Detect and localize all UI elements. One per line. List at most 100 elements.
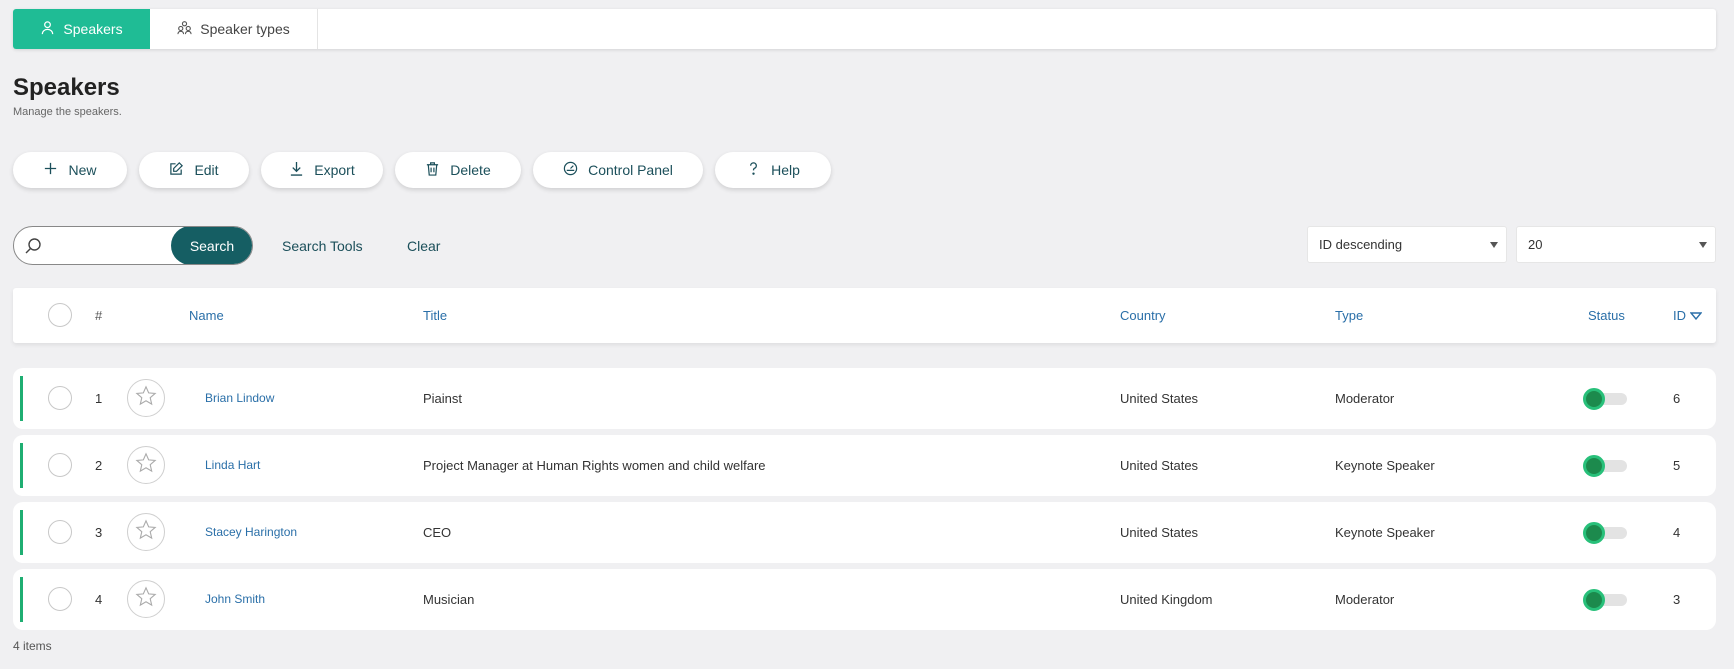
header-name[interactable]: Name [189,308,224,323]
types-icon [177,20,192,38]
search-tools-button[interactable]: Search Tools [282,238,363,254]
caret-down-icon [1699,242,1707,248]
tab-bar: Speakers Speaker types [13,9,1716,49]
new-button[interactable]: New [13,152,127,188]
row-title: Piainst [423,391,463,406]
search-icon [24,237,42,255]
header-type[interactable]: Type [1335,308,1363,323]
export-button[interactable]: Export [261,152,383,188]
page-size-select[interactable]: 20 [1516,226,1716,263]
page-title: Speakers [13,74,120,101]
clear-button[interactable]: Clear [407,238,440,254]
row-index: 3 [95,525,103,540]
control-panel-button[interactable]: Control Panel [533,152,703,188]
row-index: 2 [95,458,103,473]
header-id-label: ID [1673,308,1686,323]
row-country: United States [1120,391,1199,406]
question-icon [746,161,761,179]
star-icon [135,384,157,412]
row-name-link[interactable]: John Smith [205,592,265,606]
row-accent [20,376,23,421]
row-type: Moderator [1335,391,1395,406]
header-status[interactable]: Status [1588,308,1625,323]
tab-speaker-types-label: Speaker types [200,21,290,37]
sort-select[interactable]: ID descending [1307,226,1507,263]
download-icon [289,161,304,179]
row-title: Musician [423,592,475,607]
row-country: United States [1120,458,1199,473]
row-country: United States [1120,525,1199,540]
page-subtitle: Manage the speakers. [13,106,122,118]
page-size-select-value: 20 [1528,237,1543,252]
header-country[interactable]: Country [1120,308,1166,323]
status-toggle[interactable] [1583,388,1627,410]
app: Speakers Speaker types Speakers Manage t… [0,0,1734,669]
row-id: 3 [1673,592,1681,607]
table-row[interactable]: 4 John Smith Musician United Kingdom Mod… [13,569,1716,630]
row-name-link[interactable]: Linda Hart [205,458,260,472]
edit-icon [169,161,184,179]
row-type: Keynote Speaker [1335,458,1435,473]
header-id[interactable]: ID [1673,308,1703,323]
trash-icon [425,161,440,179]
row-accent [20,577,23,622]
row-title: Project Manager at Human Rights women an… [423,458,766,473]
row-checkbox[interactable] [48,520,72,544]
row-index: 4 [95,592,103,607]
table-header: # Name Title Country Type Status ID [13,288,1716,343]
table-row[interactable]: 1 Brian Lindow Piainst United States Mod… [13,368,1716,429]
status-toggle[interactable] [1583,455,1627,477]
table-row[interactable]: 3 Stacey Harington CEO United States Key… [13,502,1716,563]
edit-button[interactable]: Edit [139,152,249,188]
star-icon [135,451,157,479]
status-toggle[interactable] [1583,589,1627,611]
edit-button-label: Edit [194,162,219,178]
item-count: 4 items [13,639,52,653]
header-index: # [95,308,103,323]
row-checkbox[interactable] [48,386,72,410]
row-checkbox[interactable] [48,453,72,477]
new-button-label: New [68,162,97,178]
header-title[interactable]: Title [423,308,447,323]
status-toggle[interactable] [1583,522,1627,544]
row-id: 5 [1673,458,1681,473]
row-name-link[interactable]: Brian Lindow [205,391,274,405]
tab-speaker-types[interactable]: Speaker types [150,9,318,49]
row-accent [20,510,23,555]
row-index: 1 [95,391,103,406]
gauge-icon [563,161,578,179]
delete-button-label: Delete [450,162,491,178]
row-type: Moderator [1335,592,1395,607]
toolbar: New Edit Export Delete Control Panel Hel… [13,152,831,188]
control-panel-button-label: Control Panel [588,162,673,178]
favorite-button[interactable] [127,379,165,417]
help-button-label: Help [771,162,800,178]
row-checkbox[interactable] [48,587,72,611]
row-type: Keynote Speaker [1335,525,1435,540]
caret-down-icon [1490,242,1498,248]
row-country: United Kingdom [1120,592,1213,607]
row-title: CEO [423,525,452,540]
star-icon [135,585,157,613]
search-button[interactable]: Search [171,227,252,264]
delete-button[interactable]: Delete [395,152,521,188]
export-button-label: Export [314,162,355,178]
row-id: 4 [1673,525,1681,540]
user-icon [40,20,55,38]
favorite-button[interactable] [127,513,165,551]
select-all-checkbox[interactable] [48,303,72,327]
table-row[interactable]: 2 Linda Hart Project Manager at Human Ri… [13,435,1716,496]
sort-select-value: ID descending [1319,237,1403,252]
row-name-link[interactable]: Stacey Harington [205,525,297,539]
row-accent [20,443,23,488]
plus-icon [43,161,58,179]
help-button[interactable]: Help [715,152,831,188]
star-icon [135,518,157,546]
sort-desc-icon [1689,308,1703,323]
tab-speakers-label: Speakers [63,21,123,37]
tab-speakers[interactable]: Speakers [13,9,150,49]
favorite-button[interactable] [127,446,165,484]
search-box: Search [13,226,253,265]
row-id: 6 [1673,391,1681,406]
favorite-button[interactable] [127,580,165,618]
